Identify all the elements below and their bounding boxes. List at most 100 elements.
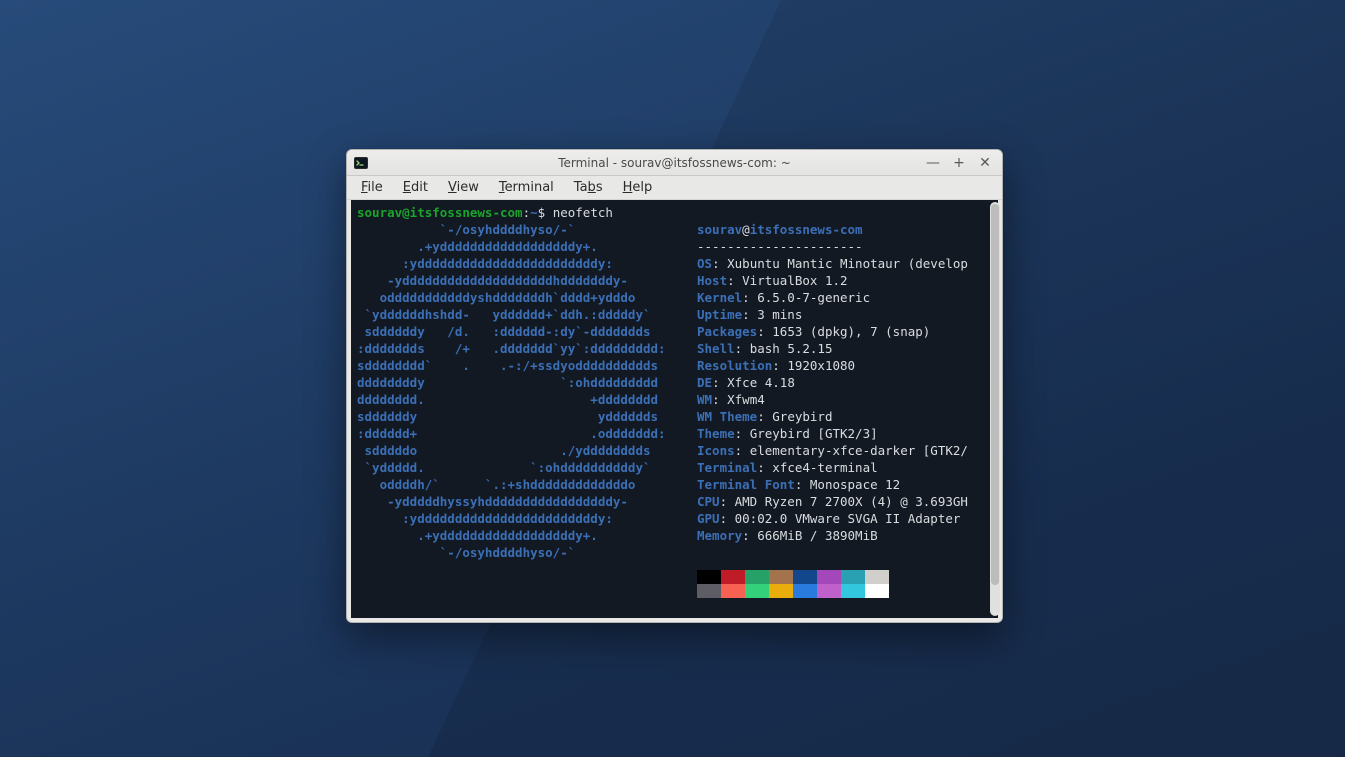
- menu-help[interactable]: Help: [615, 178, 661, 197]
- nf-info-line: Memory: 666MiB / 3890MiB: [697, 527, 878, 544]
- color-palette: [697, 570, 889, 598]
- palette-swatch: [865, 570, 889, 584]
- window-title: Terminal - sourav@itsfossnews-com: ~: [347, 156, 1002, 170]
- nf-key: Resolution: [697, 358, 772, 373]
- nf-user: sourav: [697, 222, 742, 237]
- prompt-path: ~: [530, 205, 538, 220]
- nf-key: WM Theme: [697, 409, 757, 424]
- ascii-art-line: `yddddddhshdd- ydddddd+`ddh.:dddddy`: [357, 306, 697, 323]
- nf-key: WM: [697, 392, 712, 407]
- nf-info-line: sourav@itsfossnews-com: [697, 221, 863, 238]
- menu-terminal[interactable]: Terminal: [491, 178, 562, 197]
- nf-key: Packages: [697, 324, 757, 339]
- close-button[interactable]: ✕: [978, 156, 992, 170]
- minimize-button[interactable]: —: [926, 156, 940, 170]
- nf-info-line: DE: Xfce 4.18: [697, 374, 795, 391]
- ascii-art-line: sddddddy /d. :dddddd-:dy`-ddddddds: [357, 323, 697, 340]
- menu-tabs[interactable]: Tabs: [566, 178, 611, 197]
- nf-info-line: Resolution: 1920x1080: [697, 357, 855, 374]
- nf-key: Theme: [697, 426, 735, 441]
- ascii-art-line: :ddddddds /+ .ddddddd`yy`:ddddddddd:: [357, 340, 697, 357]
- nf-key: OS: [697, 256, 712, 271]
- nf-info-line: Host: VirtualBox 1.2: [697, 272, 848, 289]
- terminal-app-icon: [353, 155, 369, 171]
- prompt-sep1: :: [523, 205, 531, 220]
- nf-key: Memory: [697, 528, 742, 543]
- nf-key: Shell: [697, 341, 735, 356]
- palette-swatch: [817, 584, 841, 598]
- ascii-art-line: `yddddd. `:ohddddddddddy`: [357, 459, 697, 476]
- terminal-body-wrap: sourav@itsfossnews-com:~$ neofetch `-/os…: [347, 200, 1002, 622]
- ascii-art-line: oddddh/` `.:+shdddddddddddddo: [357, 476, 697, 493]
- ascii-art-line: ddddddddy `:ohddddddddd: [357, 374, 697, 391]
- ascii-art-line: `-/osyhddddhyso/-`: [357, 544, 697, 561]
- nf-key: Host: [697, 273, 727, 288]
- nf-key: Kernel: [697, 290, 742, 305]
- ascii-art-line: -yddddddddddddddddddddhdddddddy-: [357, 272, 697, 289]
- palette-swatch: [769, 584, 793, 598]
- desktop-background: Terminal - sourav@itsfossnews-com: ~ — +…: [0, 0, 1345, 757]
- maximize-button[interactable]: +: [952, 156, 966, 170]
- palette-swatch: [841, 584, 865, 598]
- nf-key: Icons: [697, 443, 735, 458]
- nf-sep: ----------------------: [697, 239, 863, 254]
- terminal-window: Terminal - sourav@itsfossnews-com: ~ — +…: [346, 149, 1003, 623]
- terminal-scrollbar[interactable]: [990, 202, 1000, 616]
- nf-key: GPU: [697, 511, 720, 526]
- palette-swatch: [745, 570, 769, 584]
- nf-info-line: Shell: bash 5.2.15: [697, 340, 832, 357]
- scrollbar-thumb[interactable]: [991, 204, 999, 585]
- menu-edit[interactable]: Edit: [395, 178, 436, 197]
- nf-key: DE: [697, 375, 712, 390]
- menu-view[interactable]: View: [440, 178, 487, 197]
- palette-swatch: [697, 570, 721, 584]
- ascii-art-line: :yddddddddddddddddddddddddy:: [357, 510, 697, 527]
- palette-swatch: [793, 584, 817, 598]
- nf-key: Uptime: [697, 307, 742, 322]
- palette-swatch: [745, 584, 769, 598]
- nf-info-line: Packages: 1653 (dpkg), 7 (snap): [697, 323, 930, 340]
- nf-info-line: OS: Xubuntu Mantic Minotaur (develop: [697, 255, 968, 272]
- ascii-art-line: dddddddd. +dddddddd: [357, 391, 697, 408]
- nf-info-line: Terminal: xfce4-terminal: [697, 459, 878, 476]
- ascii-art-line: sdddddddd` . .-:/+ssdyodddddddddds: [357, 357, 697, 374]
- palette-swatch: [865, 584, 889, 598]
- nf-info-line: Kernel: 6.5.0-7-generic: [697, 289, 870, 306]
- window-titlebar[interactable]: Terminal - sourav@itsfossnews-com: ~ — +…: [347, 150, 1002, 176]
- prompt-userhost: sourav@itsfossnews-com: [357, 205, 523, 220]
- ascii-art-line: `-/osyhddddhyso/-`: [357, 221, 697, 238]
- terminal-output[interactable]: sourav@itsfossnews-com:~$ neofetch `-/os…: [351, 200, 998, 618]
- menu-file[interactable]: File: [353, 178, 391, 197]
- window-controls: — + ✕: [926, 156, 996, 170]
- ascii-art-line: .+yddddddddddddddddddy+.: [357, 527, 697, 544]
- ascii-art-line: -ydddddhyssyhdddddddddddddddddy-: [357, 493, 697, 510]
- ascii-art-line: .+yddddddddddddddddddy+.: [357, 238, 697, 255]
- prompt-sep2: $: [538, 205, 553, 220]
- nf-info-line: ----------------------: [697, 238, 863, 255]
- palette-swatch: [793, 570, 817, 584]
- palette-swatch: [721, 570, 745, 584]
- nf-info-line: WM: Xfwm4: [697, 391, 765, 408]
- palette-swatch: [817, 570, 841, 584]
- nf-key: Terminal: [697, 460, 757, 475]
- ascii-art-line: :dddddd+ .oddddddd:: [357, 425, 697, 442]
- prompt-command: neofetch: [553, 205, 613, 220]
- nf-info-line: Uptime: 3 mins: [697, 306, 802, 323]
- palette-swatch: [841, 570, 865, 584]
- ascii-art-line: odddddddddddyshdddddddh`dddd+ydddo: [357, 289, 697, 306]
- ascii-art-line: sdddddo ./ydddddddds: [357, 442, 697, 459]
- nf-info-line: Terminal Font: Monospace 12: [697, 476, 900, 493]
- palette-swatch: [697, 584, 721, 598]
- nf-key: Terminal Font: [697, 477, 795, 492]
- ascii-art-line: :yddddddddddddddddddddddddy:: [357, 255, 697, 272]
- nf-host: itsfossnews-com: [750, 222, 863, 237]
- palette-swatch: [721, 584, 745, 598]
- nf-info-line: WM Theme: Greybird: [697, 408, 832, 425]
- nf-info-line: GPU: 00:02.0 VMware SVGA II Adapter: [697, 510, 960, 527]
- nf-info-line: CPU: AMD Ryzen 7 2700X (4) @ 3.693GH: [697, 493, 968, 510]
- palette-swatch: [769, 570, 793, 584]
- menubar: File Edit View Terminal Tabs Help: [347, 176, 1002, 200]
- nf-info-line: Icons: elementary-xfce-darker [GTK2/: [697, 442, 968, 459]
- ascii-art-line: sddddddy ydddddds: [357, 408, 697, 425]
- nf-key: CPU: [697, 494, 720, 509]
